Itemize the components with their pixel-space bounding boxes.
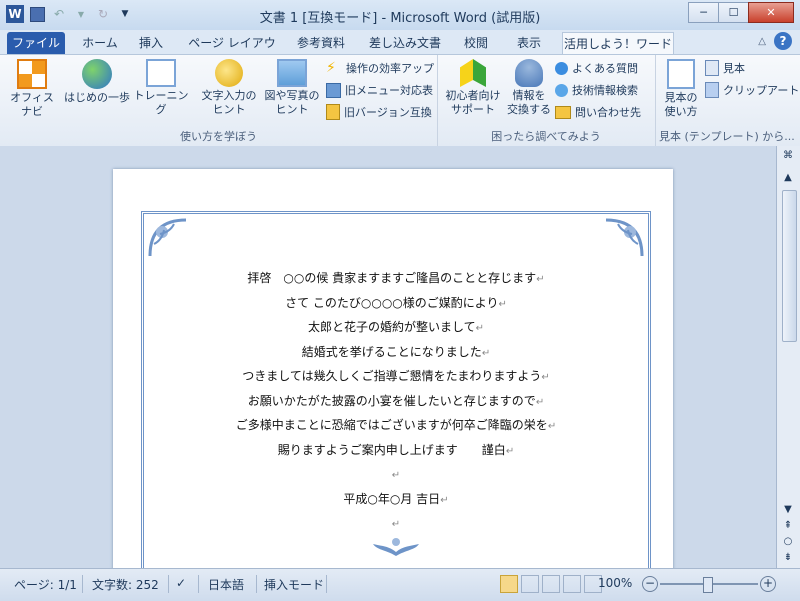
text-line: 平成○年○月 吉日↵ [343, 491, 449, 506]
group-learn-label: 使い方を学ぼう [180, 130, 257, 143]
search-globe-icon [555, 83, 568, 97]
old-version-compat-button[interactable]: 旧バージョン互換 [326, 102, 432, 122]
template-usage-button[interactable]: 見本の 使い方 [657, 59, 705, 119]
template-pencil-icon [667, 59, 695, 89]
print-layout-icon[interactable] [500, 575, 518, 593]
clipart-button[interactable]: クリップアート [705, 80, 799, 100]
group-templates-label: 見本 (テンプレート) から... [659, 130, 795, 143]
maximize-button[interactable]: ☐ [718, 2, 749, 23]
tab-insert[interactable]: 挿入 [132, 32, 170, 54]
document-compat-icon [326, 104, 340, 120]
text-line: 結婚式を挙げることになりました↵ [301, 344, 491, 359]
minimize-button[interactable]: ─ [688, 2, 719, 23]
office-navi-button[interactable]: オフィス ナビ [8, 59, 56, 119]
leaf-ornament-icon [373, 537, 419, 556]
text-line: さて このたび○○○○様のご媒酌により↵ [285, 295, 507, 310]
office-navi-icon [17, 59, 47, 89]
center-ornament [144, 536, 648, 558]
tab-references[interactable]: 参考資料 [291, 32, 351, 54]
efficiency-up-button[interactable]: ⚡ 操作の効率アップ [326, 58, 434, 78]
insert-mode[interactable]: 挿入モード [264, 576, 324, 593]
people-icon [515, 59, 543, 87]
beginner-support-button[interactable]: 初心者向け サポート [441, 59, 505, 117]
group-templates: 見本の 使い方 見本 クリップアート 見本 (テンプレート) から... [655, 55, 800, 147]
decorative-frame: 拝啓 ○○の候 貴家ますますご隆昌のことと存じます↵ さて このたび○○○○様の… [141, 211, 651, 568]
picture-icon [277, 59, 307, 87]
close-button[interactable]: ✕ [748, 2, 794, 23]
tab-mailings[interactable]: 差し込み文書 [365, 32, 445, 54]
outline-icon[interactable] [563, 575, 581, 593]
ruler-toggle-icon[interactable]: ⌘ [780, 150, 796, 166]
word-count[interactable]: 文字数: 252 [92, 576, 159, 593]
scroll-thumb[interactable] [782, 190, 797, 342]
page-count[interactable]: ページ: 1/1 [14, 576, 77, 593]
view-buttons [500, 575, 602, 593]
next-page-icon[interactable]: ⇟ [780, 552, 796, 566]
zoom-out-icon[interactable]: − [642, 576, 658, 592]
character-hint-icon [215, 59, 243, 87]
proofing-icon[interactable]: ✓ [176, 576, 186, 590]
tech-search-button[interactable]: 技術情報検索 [555, 80, 638, 100]
title-bar: W ↶ ▼ ↻ ▼ 文書 1 [互換モード] - Microsoft Word … [0, 0, 800, 30]
template-icon [705, 60, 719, 76]
tab-page-layout[interactable]: ページ レイアウト [184, 32, 280, 72]
faq-icon [555, 61, 568, 75]
text-line: ↵ [391, 470, 401, 481]
clipart-icon [705, 82, 719, 98]
document-page[interactable]: 拝啓 ○○の候 貴家ますますご隆昌のことと存じます↵ さて このたび○○○○様の… [113, 169, 673, 568]
scroll-down-icon[interactable]: ▼ [780, 504, 796, 518]
contact-button[interactable]: 問い合わせ先 [555, 102, 641, 122]
text-line: お願いかたがた披露の小宴を催したいと存じますので↵ [247, 393, 545, 408]
group-help: 初心者向け サポート 情報を 交換する よくある質問 技術情報検索 問い合わせ先… [437, 55, 656, 147]
old-menu-table-button[interactable]: 旧メニュー対応表 [326, 80, 433, 100]
language[interactable]: 日本語 [208, 576, 244, 593]
tab-home[interactable]: ホーム [78, 32, 122, 54]
window-title: 文書 1 [互換モード] - Microsoft Word (試用版) [259, 11, 541, 26]
text-line: ↵ [391, 519, 401, 530]
tab-file[interactable]: ファイル [7, 32, 65, 54]
text-line: つきましては幾久しくご指導ご懇情をたまわりますよう↵ [242, 369, 550, 383]
training-button[interactable]: トレーニング [132, 59, 190, 117]
ribbon-tabs: ファイル ホーム 挿入 ページ レイアウト 参考資料 差し込み文書 校閲 表示 … [0, 30, 800, 72]
hajimete-button[interactable]: はじめの一歩 [62, 59, 132, 105]
zoom-slider-thumb[interactable] [703, 577, 713, 593]
template-button[interactable]: 見本 [705, 58, 745, 78]
moji-nyuryoku-hint-button[interactable]: 文字入力の ヒント [198, 59, 260, 117]
zoom-in-icon[interactable]: + [760, 576, 776, 592]
text-line: 賜りますようご案内申し上げます 謹白↵ [277, 442, 515, 457]
group-help-label: 困ったら調べてみよう [491, 130, 601, 143]
web-layout-icon[interactable] [542, 575, 560, 593]
faq-button[interactable]: よくある質問 [555, 58, 638, 78]
beginner-mark-icon [460, 59, 486, 87]
status-bar: ページ: 1/1 文字数: 252 ✓ 日本語 挿入モード 100% − + [0, 568, 800, 601]
globe-icon [82, 59, 112, 89]
menu-table-icon [326, 82, 341, 98]
document-area[interactable]: 拝啓 ○○の候 貴家ますますご隆昌のことと存じます↵ さて このたび○○○○様の… [0, 146, 776, 568]
prev-page-icon[interactable]: ⇞ [780, 520, 796, 534]
text-line: 太郎と花子の婚約が整いまして↵ [307, 320, 485, 334]
mail-icon [555, 105, 571, 119]
ribbon-collapse-icon[interactable]: △ [758, 36, 766, 47]
lightning-icon: ⚡ [326, 60, 336, 76]
tab-review[interactable]: 校閲 [457, 32, 495, 54]
info-exchange-button[interactable]: 情報を 交換する [505, 59, 553, 117]
zoom-level[interactable]: 100% [598, 576, 632, 590]
text-line: ご多様中まことに恐縮ではございますが何卒ご降臨の栄を↵ [235, 418, 557, 432]
help-icon[interactable]: ? [774, 32, 792, 50]
tab-view[interactable]: 表示 [510, 32, 548, 54]
zu-shashin-hint-button[interactable]: 図や写真の ヒント [262, 59, 322, 117]
tab-katsuyo-word[interactable]: 活用しよう！ワード [562, 32, 674, 55]
corner-ornament-icon [605, 218, 644, 257]
browse-object-icon[interactable]: ○ [780, 536, 796, 550]
ribbon: オフィス ナビ はじめの一歩 トレーニング 文字入力の ヒント 図や写真の ヒン… [0, 54, 800, 148]
group-learn: オフィス ナビ はじめの一歩 トレーニング 文字入力の ヒント 図や写真の ヒン… [0, 55, 438, 147]
corner-ornament-icon [148, 218, 187, 257]
scroll-up-icon[interactable]: ▲ [780, 172, 796, 186]
invitation-text: 拝啓 ○○の候 貴家ますますご隆昌のことと存じます↵ さて このたび○○○○様の… [144, 266, 648, 568]
full-screen-reading-icon[interactable] [521, 575, 539, 593]
text-line: 拝啓 ○○の候 貴家ますますご隆昌のことと存じます↵ [247, 271, 545, 285]
vertical-scrollbar[interactable]: ⌘ ▲ ▼ ⇞ ○ ⇟ [776, 146, 800, 568]
training-icon [146, 59, 176, 87]
